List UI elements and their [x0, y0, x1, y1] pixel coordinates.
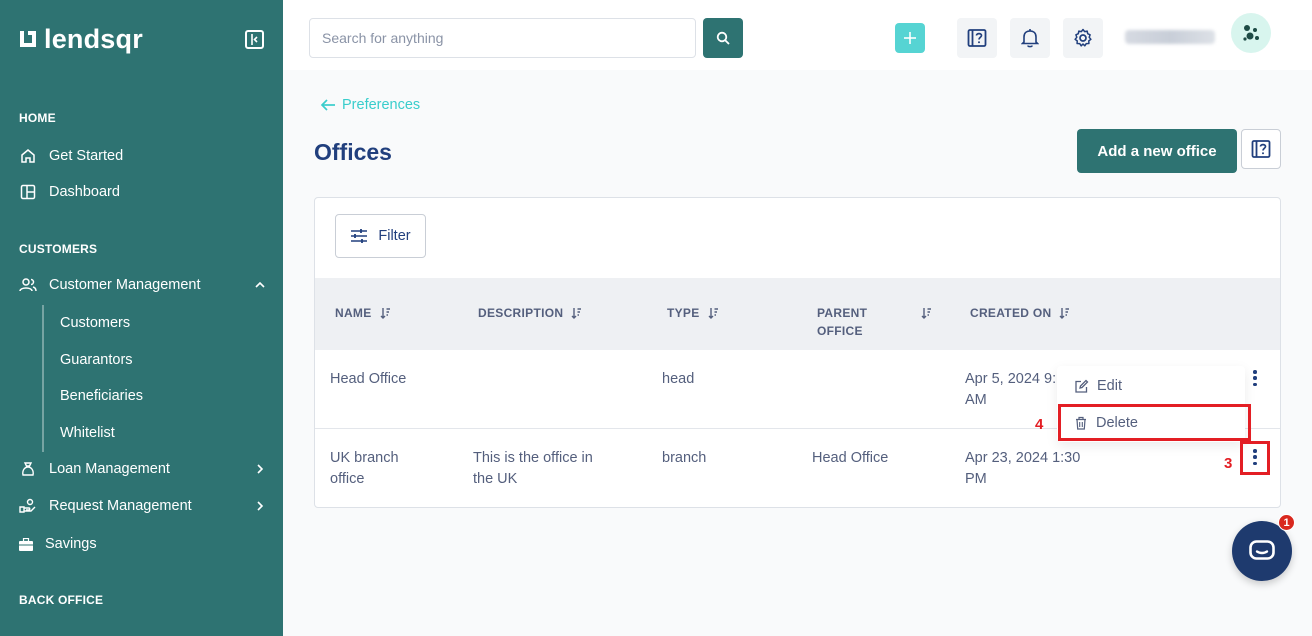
cell-created-on: Apr 23, 2024 1:30 PM: [965, 450, 1081, 487]
annotation-number-kebab: 3: [1224, 455, 1233, 472]
collapse-sidebar-button[interactable]: [245, 30, 264, 49]
avatar[interactable]: [1231, 13, 1271, 53]
column-header-description[interactable]: DESCRIPTION: [478, 304, 582, 322]
brand-name: lendsqr: [44, 24, 143, 54]
sidebar-item-label: Loan Management: [49, 461, 170, 477]
sort-icon: [921, 308, 931, 319]
sidebar-item-dashboard[interactable]: Dashboard: [19, 179, 265, 205]
annotation-number-delete: 4: [1035, 416, 1044, 433]
section-title-customers: CUSTOMERS: [19, 242, 98, 256]
sort-icon: [380, 308, 390, 319]
section-title-back-office: BACK OFFICE: [19, 593, 104, 607]
filter-label: Filter: [378, 228, 411, 244]
sidebar-item-label: Request Management: [49, 498, 192, 514]
notifications-button[interactable]: [1010, 18, 1050, 58]
home-icon: [19, 147, 37, 165]
sidebar-item-label: Customer Management: [49, 277, 201, 293]
column-header-name[interactable]: NAME: [335, 304, 391, 322]
chevron-right-icon: [257, 464, 264, 474]
request-icon: [19, 497, 37, 515]
dashboard-icon: [19, 183, 37, 201]
help-book-icon: [967, 29, 987, 47]
user-name-redacted[interactable]: [1125, 30, 1215, 44]
sidebar-subitem-whitelist[interactable]: Whitelist: [60, 425, 115, 441]
brand-logo[interactable]: lendsqr: [18, 24, 143, 55]
sidebar-item-label: Savings: [45, 536, 97, 552]
top-header: [283, 0, 1312, 70]
edit-icon: [1075, 379, 1089, 393]
column-header-type[interactable]: TYPE: [667, 304, 719, 322]
sort-icon: [1059, 308, 1070, 319]
search-input[interactable]: [309, 18, 696, 58]
submenu-guide-line: [42, 305, 44, 452]
chat-icon: [1249, 540, 1275, 560]
sidebar: lendsqr HOME Get Started Dashboard CUSTO…: [0, 0, 283, 636]
sidebar-item-label: Dashboard: [49, 184, 120, 200]
sidebar-item-request-management[interactable]: Request Management: [19, 493, 265, 519]
cell-type: branch: [662, 450, 707, 466]
annotation-box-delete: [1058, 404, 1251, 441]
users-icon: [19, 276, 37, 294]
column-label: CREATED ON: [970, 306, 1052, 320]
filter-button[interactable]: Filter: [335, 214, 426, 258]
loan-icon: [19, 460, 37, 478]
briefcase-icon: [19, 535, 33, 553]
column-header-created-on[interactable]: CREATED ON: [970, 304, 1070, 322]
lendsqr-logo-icon: [20, 30, 36, 47]
sidebar-item-savings[interactable]: Savings: [19, 531, 265, 557]
cell-parent-office: Head Office: [812, 450, 889, 466]
cell-created-on: Apr 5, 2024 9: AM: [965, 371, 1057, 408]
arrow-left-icon: [320, 99, 335, 111]
cell-type: head: [662, 371, 695, 387]
sidebar-subitem-customers[interactable]: Customers: [60, 315, 130, 331]
menu-item-edit[interactable]: Edit: [1074, 378, 1122, 394]
sliders-icon: [351, 229, 368, 243]
row-actions-kebab-icon[interactable]: [1251, 368, 1259, 388]
section-title-home: HOME: [19, 111, 56, 125]
add-new-office-button[interactable]: Add a new office: [1077, 129, 1237, 173]
menu-item-label: Edit: [1097, 378, 1122, 394]
annotation-box-kebab: [1240, 441, 1270, 475]
sort-icon: [708, 308, 718, 319]
sidebar-item-get-started[interactable]: Get Started: [19, 143, 265, 169]
column-label: PARENT OFFICE: [817, 306, 868, 338]
column-label: TYPE: [667, 306, 700, 320]
table-header: NAME DESCRIPTION TYPE PARENT OFFICE CREA…: [315, 278, 1280, 350]
chevron-up-icon: [255, 281, 265, 288]
offices-table-card: Filter NAME DESCRIPTION TYPE PARENT OFFI…: [314, 197, 1281, 508]
search-icon: [716, 31, 730, 45]
sort-icon: [571, 308, 582, 319]
avatar-pattern-icon: [1243, 25, 1259, 41]
quick-add-button[interactable]: [895, 23, 925, 53]
column-label: DESCRIPTION: [478, 306, 564, 320]
help-book-icon: [1251, 140, 1271, 158]
help-docs-button[interactable]: [957, 18, 997, 58]
back-link-label: Preferences: [342, 97, 421, 113]
chevron-right-icon: [257, 501, 264, 511]
cell-name: UK branch office: [330, 450, 399, 487]
chat-unread-badge: 1: [1278, 514, 1295, 531]
sidebar-subitem-guarantors[interactable]: Guarantors: [60, 352, 133, 368]
back-to-preferences-link[interactable]: Preferences: [320, 97, 420, 113]
gear-icon: [1074, 28, 1092, 47]
page-help-button[interactable]: [1241, 129, 1281, 169]
sidebar-item-label: Get Started: [49, 148, 124, 164]
page-title: Offices: [314, 139, 392, 165]
search-button[interactable]: [703, 18, 743, 58]
column-header-parent-office[interactable]: PARENT OFFICE: [817, 304, 932, 340]
sidebar-subitem-beneficiaries[interactable]: Beneficiaries: [60, 388, 143, 404]
cell-name: Head Office: [330, 371, 407, 387]
sidebar-item-customer-management[interactable]: Customer Management: [19, 272, 265, 298]
plus-icon: [904, 32, 916, 44]
bell-icon: [1021, 29, 1039, 48]
chevron-left-icon: [251, 34, 258, 45]
column-label: NAME: [335, 306, 372, 320]
settings-button[interactable]: [1063, 18, 1103, 58]
cell-description: This is the office in the UK: [473, 450, 593, 487]
sidebar-item-loan-management[interactable]: Loan Management: [19, 456, 265, 482]
